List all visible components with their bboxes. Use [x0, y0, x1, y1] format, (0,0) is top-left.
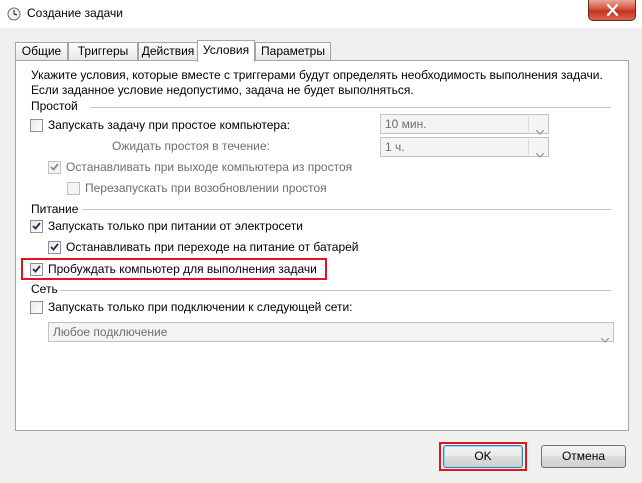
cancel-button[interactable]: Отмена: [541, 445, 626, 468]
stop-on-battery-label: Останавливать при переходе на питание от…: [66, 240, 359, 254]
checkmark-icon: [50, 163, 59, 171]
section-divider-network: [60, 290, 611, 291]
network-only-label: Запускать только при подключении к следу…: [48, 300, 353, 314]
close-button[interactable]: [588, 0, 636, 21]
description-line-1: Укажите условия, которые вместе с тригге…: [31, 68, 603, 82]
conditions-panel: Укажите условия, которые вместе с тригге…: [15, 60, 629, 431]
section-title-power: Питание: [31, 202, 79, 216]
ac-only-checkbox[interactable]: [30, 219, 43, 233]
wait-for-idle-row: Ожидать простоя в течение:: [112, 138, 270, 154]
wait-for-idle-value: 1 ч.: [385, 140, 405, 154]
wake-to-run-row[interactable]: Пробуждать компьютер для выполнения зада…: [30, 261, 317, 277]
description-line-2: Если заданное условие недопустимо, задач…: [31, 83, 414, 97]
stop-if-not-idle-checkbox[interactable]: [48, 160, 61, 174]
tab-settings[interactable]: Параметры: [255, 42, 331, 61]
clock-icon: [7, 7, 21, 21]
wait-for-idle-select[interactable]: 1 ч.: [380, 137, 549, 158]
task-dialog: Создание задачи Общие Триггеры Действия …: [0, 0, 642, 483]
network-select-value: Любое подключение: [53, 325, 168, 339]
section-divider-power: [82, 209, 611, 210]
ac-only-row[interactable]: Запускать только при питании от электрос…: [30, 218, 303, 234]
section-divider-idle: [90, 107, 611, 108]
restart-if-idle-row[interactable]: Перезапускать при возобновлении простоя: [67, 180, 327, 196]
tab-general[interactable]: Общие: [15, 42, 68, 61]
window-title: Создание задачи: [27, 6, 123, 20]
stop-if-not-idle-row[interactable]: Останавливать при выходе компьютера из п…: [48, 159, 352, 175]
tab-conditions[interactable]: Условия: [197, 40, 255, 62]
checkmark-icon: [32, 265, 41, 273]
network-only-checkbox[interactable]: [30, 300, 43, 314]
start-only-if-idle-label: Запускать задачу при простое компьютера:: [48, 118, 291, 132]
section-title-network: Сеть: [31, 282, 58, 296]
stop-if-not-idle-label: Останавливать при выходе компьютера из п…: [66, 160, 353, 174]
tab-actions[interactable]: Действия: [138, 42, 198, 61]
network-select[interactable]: Любое подключение: [48, 322, 614, 343]
conditions-description: Укажите условия, которые вместе с тригге…: [31, 68, 621, 98]
checkmark-icon: [50, 243, 59, 251]
network-only-row[interactable]: Запускать только при подключении к следу…: [30, 299, 353, 315]
wake-to-run-label: Пробуждать компьютер для выполнения зада…: [48, 262, 317, 276]
start-only-if-idle-row[interactable]: Запускать задачу при простое компьютера:: [30, 117, 290, 133]
stop-on-battery-checkbox[interactable]: [48, 240, 61, 254]
start-only-if-idle-checkbox[interactable]: [30, 118, 43, 132]
tab-triggers[interactable]: Триггеры: [68, 42, 138, 61]
wake-to-run-checkbox[interactable]: [30, 262, 43, 276]
close-icon: [606, 4, 619, 16]
section-title-idle: Простой: [31, 99, 78, 113]
ac-only-label: Запускать только при питании от электрос…: [48, 219, 303, 233]
title-bar: Создание задачи: [0, 0, 642, 28]
restart-if-idle-label: Перезапускать при возобновлении простоя: [85, 181, 327, 195]
chevron-down-icon: [600, 330, 610, 348]
checkmark-icon: [32, 222, 41, 230]
idle-duration-select[interactable]: 10 мин.: [380, 114, 549, 135]
wait-for-idle-label: Ожидать простоя в течение:: [112, 139, 270, 153]
chevron-down-icon: [535, 145, 545, 163]
stop-on-battery-row[interactable]: Останавливать при переходе на питание от…: [48, 239, 359, 255]
idle-duration-value: 10 мин.: [385, 117, 427, 131]
ok-button[interactable]: OK: [443, 445, 523, 468]
restart-if-idle-checkbox[interactable]: [67, 181, 80, 195]
